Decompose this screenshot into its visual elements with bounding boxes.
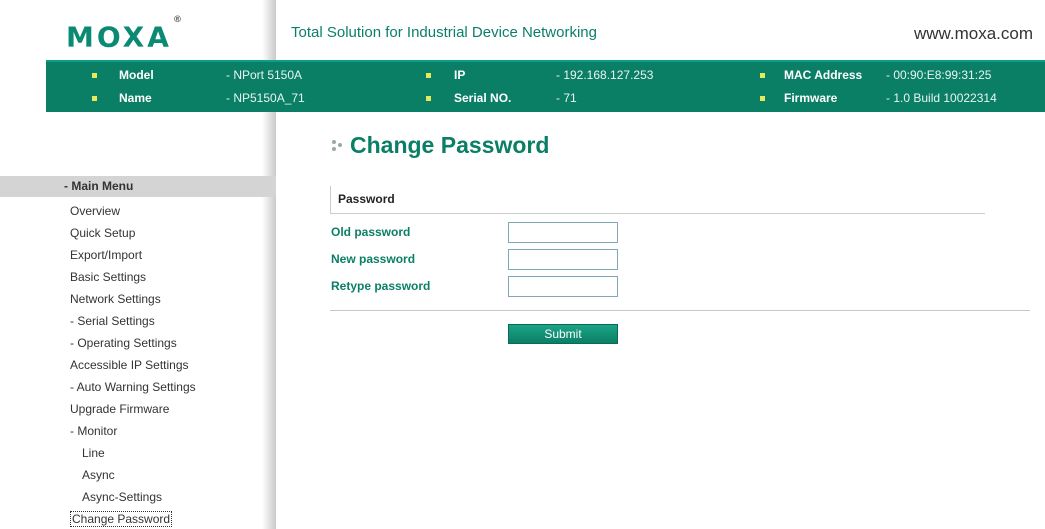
sidebar-item-monitor[interactable]: - Monitor	[70, 420, 196, 442]
retype-password-label: Retype password	[331, 279, 431, 293]
sidebar-item-async-settings[interactable]: Async-Settings	[70, 486, 196, 508]
model-label: Model	[119, 68, 154, 82]
sidebar-item-label: Async-Settings	[82, 490, 163, 504]
page-header: MOXA® Total Solution for Industrial Devi…	[0, 0, 1045, 60]
bullet-icon	[92, 96, 97, 101]
sidebar-item-label: Basic Settings	[70, 270, 147, 284]
registered-mark: ®	[172, 15, 182, 25]
page-title: Change Password	[330, 132, 549, 159]
sidebar-item-label: Overview	[70, 204, 121, 218]
sidebar-item-line[interactable]: Line	[70, 442, 196, 464]
sidebar-item-network-settings[interactable]: Network Settings	[70, 288, 196, 310]
main-menu-list: Overview Quick Setup Export/Import Basic…	[70, 200, 196, 529]
retype-password-input[interactable]	[508, 276, 618, 297]
sidebar-item-overview[interactable]: Overview	[70, 200, 196, 222]
ip-value: - 192.168.127.253	[556, 68, 654, 82]
bullet-icon	[92, 73, 97, 78]
bullet-icon	[426, 96, 431, 101]
mac-value: - 00:90:E8:99:31:25	[886, 68, 992, 82]
sidebar-item-label: Quick Setup	[70, 226, 136, 240]
sidebar-item-label: Upgrade Firmware	[70, 402, 170, 416]
info-row-2: Name - NP5150A_71 Serial NO. - 71 Firmwa…	[46, 91, 1045, 111]
retype-password-row: Retype password	[330, 276, 1030, 298]
submit-button[interactable]: Submit	[508, 324, 618, 344]
firmware-label: Firmware	[784, 91, 838, 105]
sidebar-item-label: - Monitor	[70, 424, 118, 438]
form-divider	[330, 310, 1030, 311]
title-dots-icon	[330, 137, 346, 153]
sidebar-item-label: Line	[82, 446, 105, 460]
sidebar-item-operating-settings[interactable]: - Operating Settings	[70, 332, 196, 354]
sidebar-item-auto-warning-settings[interactable]: - Auto Warning Settings	[70, 376, 196, 398]
sidebar-item-upgrade-firmware[interactable]: Upgrade Firmware	[70, 398, 196, 420]
name-value: - NP5150A_71	[226, 91, 305, 105]
old-password-label: Old password	[331, 225, 411, 239]
main-content: Change Password Password Old password Ne…	[330, 112, 1030, 529]
model-value: - NPort 5150A	[226, 68, 303, 82]
password-section-header: Password	[330, 186, 985, 214]
bullet-icon	[760, 73, 765, 78]
info-row-1: Model - NPort 5150A IP - 192.168.127.253…	[46, 68, 1045, 88]
sidebar-item-label: - Operating Settings	[70, 336, 177, 350]
name-label: Name	[119, 91, 152, 105]
new-password-label: New password	[331, 252, 416, 266]
site-url-link[interactable]: www.moxa.com	[914, 24, 1033, 44]
sidebar-item-serial-settings[interactable]: - Serial Settings	[70, 310, 196, 332]
moxa-logo: MOXA®	[66, 15, 182, 54]
logo-area: MOXA®	[0, 0, 276, 60]
logo-text: MOXA	[66, 20, 172, 54]
serial-label: Serial NO.	[454, 91, 512, 105]
ip-label: IP	[454, 68, 466, 82]
sidebar-item-label: - Serial Settings	[70, 314, 155, 328]
firmware-value: - 1.0 Build 10022314	[886, 91, 997, 105]
sidebar-item-label: Change Password	[70, 511, 173, 527]
sidebar-item-label: Network Settings	[70, 292, 161, 306]
sidebar-item-basic-settings[interactable]: Basic Settings	[70, 266, 196, 288]
device-info-bar: Model - NPort 5150A IP - 192.168.127.253…	[46, 60, 1045, 112]
tagline: Total Solution for Industrial Device Net…	[291, 24, 597, 41]
new-password-input[interactable]	[508, 249, 618, 270]
old-password-input[interactable]	[508, 222, 618, 243]
section-title: Password	[338, 192, 395, 206]
sidebar-item-async[interactable]: Async	[70, 464, 196, 486]
new-password-row: New password	[330, 249, 1030, 271]
sidebar-item-change-password[interactable]: Change Password	[70, 508, 196, 529]
sidebar-item-accessible-ip-settings[interactable]: Accessible IP Settings	[70, 354, 196, 376]
page-title-text: Change Password	[350, 132, 550, 158]
sidebar-item-export-import[interactable]: Export/Import	[70, 244, 196, 266]
main-menu-header[interactable]: - Main Menu	[0, 176, 276, 197]
sidebar-item-label: Async	[82, 468, 115, 482]
sidebar-item-label: Accessible IP Settings	[70, 358, 189, 372]
mac-label: MAC Address	[784, 68, 863, 82]
old-password-row: Old password	[330, 222, 1030, 244]
sidebar: - Main Menu Overview Quick Setup Export/…	[0, 112, 276, 529]
bullet-icon	[760, 96, 765, 101]
serial-value: - 71	[556, 91, 577, 105]
bullet-icon	[426, 73, 431, 78]
sidebar-item-label: Export/Import	[70, 248, 143, 262]
sidebar-item-quick-setup[interactable]: Quick Setup	[70, 222, 196, 244]
sidebar-item-label: - Auto Warning Settings	[70, 380, 196, 394]
